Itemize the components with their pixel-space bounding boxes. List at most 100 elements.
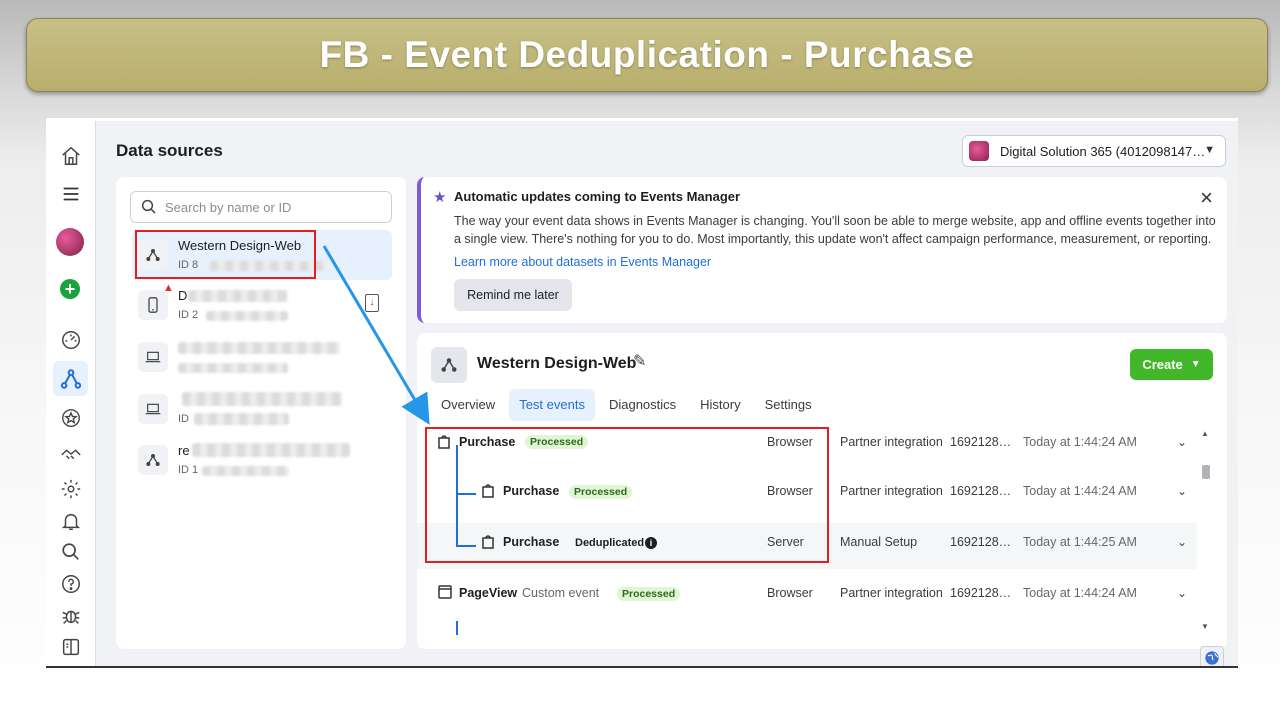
event-id: 1692128… [950,535,1012,549]
source-name: re [178,443,190,458]
slide-title: FB - Event Deduplication - Purchase [319,34,975,75]
data-sources-icon[interactable] [59,367,83,391]
event-id: 1692128… [950,435,1012,449]
source-item-web-2[interactable]: re ID 1 [132,435,392,485]
event-source: Browser [767,586,813,600]
page-title: Data sources [116,141,223,160]
search-icon [141,199,156,214]
update-notice: ★ Automatic updates coming to Events Man… [417,177,1227,323]
redacted-name [182,392,342,406]
dataset-tabs: Overview Test events Diagnostics History… [431,389,822,421]
event-time: Today at 1:44:24 AM [1023,484,1137,498]
warning-icon: ▲ [163,282,174,294]
source-id: ID 2 [178,309,199,321]
account-label: Digital Solution 365 (4012098147… [1000,143,1206,159]
tab-test-events[interactable]: Test events [509,389,595,421]
redacted-id [202,466,289,476]
download-icon[interactable]: ↓ [365,294,379,312]
tab-diagnostics[interactable]: Diagnostics [599,389,686,421]
settings-icon[interactable] [59,477,83,501]
event-id: 1692128… [950,586,1012,600]
search-placeholder: Search by name or ID [165,199,292,215]
star-icon[interactable] [59,406,83,430]
close-icon[interactable]: × [1200,185,1213,211]
chevron-down-icon[interactable]: ⌄ [1177,586,1187,600]
event-row[interactable]: PageView Custom event Processed Browser … [417,573,1197,619]
event-setup: Partner integration [840,484,943,498]
event-id: 1692128… [950,484,1012,498]
chevron-down-icon: ▼ [1204,144,1215,156]
event-time: Today at 1:44:24 AM [1023,435,1137,449]
account-avatar [969,141,989,161]
left-nav-rail: + [46,121,96,666]
tab-history[interactable]: History [690,389,750,421]
scroll-thumb[interactable] [1202,465,1210,479]
redacted-id [194,413,289,425]
data-sources-panel: Search by name or ID Western Design-Web … [116,177,406,649]
remind-later-button[interactable]: Remind me later [454,279,572,311]
edit-icon[interactable]: ✎ [633,351,646,371]
source-id: ID [178,413,189,425]
bug-icon[interactable] [59,604,83,628]
notice-body: The way your event data shows in Events … [454,214,1216,246]
source-name: D [178,288,188,303]
custom-event-label: Custom event [522,586,600,600]
add-icon[interactable]: + [60,279,80,299]
tab-settings[interactable]: Settings [755,389,822,421]
tab-overview[interactable]: Overview [431,389,505,421]
avatar[interactable] [56,228,84,256]
account-dropdown[interactable]: Digital Solution 365 (4012098147… ▼ [962,135,1226,167]
chevron-down-icon[interactable]: ⌄ [1177,535,1187,549]
chevron-down-icon: ▼ [1190,359,1201,370]
notice-title: Automatic updates coming to Events Manag… [454,189,741,204]
dedup-highlight [425,427,829,563]
source-item-app[interactable]: ▲ D ID 2 ↓ [132,280,392,330]
pixel-icon [431,347,467,383]
partner-icon[interactable] [59,442,83,466]
redacted-id [206,311,288,321]
laptop-icon [138,342,168,372]
slide-banner: FB - Event Deduplication - Purchase [26,18,1268,92]
learn-more-link[interactable]: Learn more about datasets in Events Mana… [454,255,711,269]
status-badge: Processed [617,587,681,601]
event-time: Today at 1:44:24 AM [1023,586,1137,600]
event-name: PageView [459,586,518,600]
event-time: Today at 1:44:25 AM [1023,535,1137,549]
bell-icon[interactable] [59,509,83,533]
event-setup: Manual Setup [840,535,918,549]
event-setup: Partner integration [840,586,943,600]
search-input[interactable]: Search by name or ID [130,191,392,223]
home-icon[interactable] [59,144,83,168]
scroll-up-icon[interactable]: ▲ [1201,429,1209,438]
pixel-icon [138,445,168,475]
menu-icon[interactable] [59,182,83,206]
page-view-icon [438,585,452,602]
chevron-down-icon[interactable]: ⌄ [1177,484,1187,498]
create-label: Create [1142,357,1183,372]
source-id: ID 1 [178,464,199,476]
redacted-name [192,443,350,457]
redacted-id [178,363,288,373]
tree-connector [456,621,458,635]
source-item-offline-1[interactable] [132,332,392,382]
source-item-offline-2[interactable]: ID [132,384,392,434]
selected-source-highlight [135,230,316,279]
event-setup: Partner integration [840,435,943,449]
globe-icon[interactable] [1200,646,1224,666]
search-icon[interactable] [59,540,83,564]
gauge-icon[interactable] [59,328,83,352]
chevron-down-icon[interactable]: ⌄ [1177,435,1187,449]
panel-toggle-icon[interactable] [59,635,83,659]
dataset-detail-panel: Western Design-Web ✎ Create ▼ Overview T… [417,333,1227,649]
scrollbar[interactable]: ▲ ▼ [1200,429,1212,635]
laptop-icon [138,394,168,424]
help-icon[interactable] [59,572,83,596]
redacted-name [178,342,340,354]
dataset-name: Western Design-Web [477,355,637,372]
create-button[interactable]: Create ▼ [1130,349,1213,380]
star-icon: ★ [433,189,447,206]
scroll-down-icon[interactable]: ▼ [1201,622,1209,631]
redacted-name [188,290,288,302]
events-manager-screenshot: + Data sources Digital Solution 365 (401… [46,118,1238,668]
mobile-icon [138,290,168,320]
